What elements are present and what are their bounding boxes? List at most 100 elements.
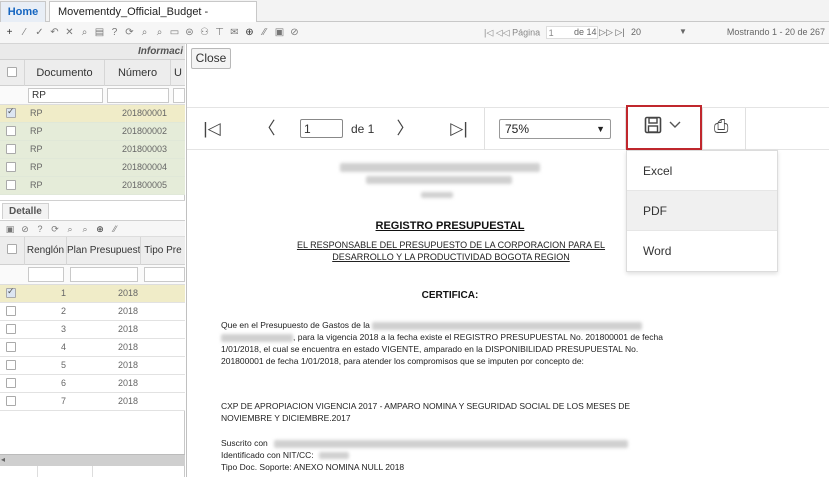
viewer-page-input[interactable] xyxy=(300,119,343,138)
tab-detalle[interactable]: Detalle xyxy=(2,203,49,219)
table-row[interactable]: 5 2018 xyxy=(0,357,185,375)
row-checkbox[interactable] xyxy=(6,360,16,370)
tab-movements-budget[interactable]: Movementdy_Official_Budget -[qmovo]× xyxy=(49,1,257,38)
table-row[interactable]: RP 201800002 xyxy=(0,123,185,141)
clear-filter-icon[interactable]: ⁄⁄ xyxy=(257,26,272,40)
scroll-left-icon[interactable]: ◂ xyxy=(1,455,5,464)
add-circle-icon[interactable]: ⊕ xyxy=(242,26,257,40)
pager-of-label[interactable]: de 14 ▷▷ ▷| xyxy=(574,27,625,38)
row-checkbox[interactable] xyxy=(6,180,16,190)
page-size-dropdown-icon[interactable]: ▼ xyxy=(679,27,687,36)
cancel-icon[interactable]: ✕ xyxy=(62,26,77,40)
pager-label: |◁ ◁◁ Página xyxy=(484,27,541,38)
col-numero[interactable]: Número xyxy=(105,60,171,86)
horizontal-scrollbar[interactable]: ◂ xyxy=(0,454,185,466)
table-row[interactable]: 7 2018 xyxy=(0,393,185,411)
row-checkbox[interactable] xyxy=(6,126,16,136)
cell-plan: 2018 xyxy=(117,288,138,298)
copy-icon[interactable]: ▭ xyxy=(167,26,182,40)
table-row[interactable]: RP 201800004 xyxy=(0,159,185,177)
col-tipo-pre[interactable]: Tipo Pre xyxy=(141,237,185,265)
close-button[interactable]: Close xyxy=(191,48,231,69)
cell-renglon: 2 xyxy=(60,306,66,316)
cell-numero: 201800003 xyxy=(122,144,168,154)
mail-icon[interactable]: ✉ xyxy=(227,26,242,40)
redacted-id xyxy=(421,192,453,198)
print-icon[interactable]: ▤ xyxy=(92,26,107,40)
cell-renglon: 6 xyxy=(60,378,66,388)
zoom-select[interactable]: 75% ▼ xyxy=(499,119,611,139)
detalle-select-all-header[interactable] xyxy=(0,237,25,265)
tab-home[interactable]: Home xyxy=(0,1,46,22)
report-certifica: CERTIFICA: xyxy=(421,290,479,301)
tab-bar: Home Movementdy_Official_Budget -[qmovo]… xyxy=(0,0,829,38)
undo-icon[interactable]: ↶ xyxy=(47,26,62,40)
row-checkbox[interactable] xyxy=(6,396,16,406)
add-icon[interactable]: ⊕ xyxy=(94,222,106,236)
col-u[interactable]: U xyxy=(171,60,185,86)
cancel-icon[interactable]: ⊘ xyxy=(19,222,31,236)
tipo-filter-input[interactable] xyxy=(144,267,185,282)
last-page-icon[interactable]: ▷| xyxy=(449,118,469,140)
clear-filter-icon[interactable]: ⁄⁄ xyxy=(109,222,121,236)
report-title: REGISTRO PRESUPUESTAL xyxy=(375,220,525,232)
table-row[interactable]: RP 201800005 xyxy=(0,177,185,195)
select-all-checkbox[interactable] xyxy=(7,67,17,77)
edit-icon[interactable]: ⁄ xyxy=(17,26,32,40)
print-icon[interactable]: ⎙ xyxy=(714,116,728,137)
plan-filter-input[interactable] xyxy=(70,267,138,282)
row-checkbox[interactable] xyxy=(6,144,16,154)
zoom-in-icon[interactable]: ⌕ xyxy=(137,26,152,40)
table-row[interactable]: 3 2018 xyxy=(0,321,185,339)
documento-filter-input[interactable] xyxy=(28,88,103,103)
zoom-out-icon[interactable]: ⌕ xyxy=(152,26,167,40)
report-paragraph-2: CXP DE APROPIACION VIGENCIA 2017 - AMPAR… xyxy=(221,401,631,423)
table-row[interactable]: RP 201800003 xyxy=(0,141,185,159)
block-icon[interactable]: ⊘ xyxy=(287,26,302,40)
users-icon[interactable]: ⚇ xyxy=(197,26,212,40)
next-page-icon[interactable]: 〉 xyxy=(395,118,415,140)
table-row[interactable]: 4 2018 xyxy=(0,339,185,357)
pin-icon[interactable]: ⊤ xyxy=(212,26,227,40)
col-plan-presupuesto[interactable]: Plan Presupuesto xyxy=(67,237,141,265)
save-icon[interactable]: ▣ xyxy=(4,222,16,236)
col-renglon[interactable]: Renglón xyxy=(25,237,67,265)
grid-icon[interactable]: ▣ xyxy=(272,26,287,40)
first-page-icon[interactable]: |◁ xyxy=(202,118,222,140)
numero-filter-input[interactable] xyxy=(107,88,169,103)
row-checkbox[interactable] xyxy=(6,286,16,298)
confirm-icon[interactable]: ✓ xyxy=(32,26,47,40)
floppy-disk-icon xyxy=(644,116,662,139)
search-icon[interactable]: ⌕ xyxy=(77,26,92,40)
row-checkbox[interactable] xyxy=(6,306,16,316)
paragraph-1-start: Que en el Presupuesto de Gastos de la xyxy=(221,320,370,330)
cell-numero: 201800004 xyxy=(122,162,168,172)
col-documento[interactable]: Documento xyxy=(25,60,105,86)
table-row[interactable]: 6 2018 xyxy=(0,375,185,393)
refresh-icon[interactable]: ⟳ xyxy=(49,222,61,236)
add-icon[interactable]: + xyxy=(2,26,17,40)
detalle-select-all-checkbox[interactable] xyxy=(7,244,17,254)
table-row[interactable]: RP 201800001 xyxy=(0,105,185,123)
u-filter-input[interactable] xyxy=(173,88,185,103)
table-row[interactable]: 2 2018 xyxy=(0,303,185,321)
viewer-header-spacer xyxy=(187,74,829,108)
renglon-filter-input[interactable] xyxy=(28,267,64,282)
export-button[interactable] xyxy=(626,105,702,150)
attach-icon[interactable]: ⊜ xyxy=(182,26,197,40)
row-checkbox[interactable] xyxy=(6,342,16,352)
refresh-icon[interactable]: ⟳ xyxy=(122,26,137,40)
select-all-header[interactable] xyxy=(0,60,25,86)
page-size-select[interactable]: 20 xyxy=(631,27,641,37)
row-checkbox[interactable] xyxy=(6,106,16,118)
search-icon[interactable]: ⌕ xyxy=(64,222,76,236)
viewer-toolbar: |◁ 〈 de 1 〉 ▷| 75% ▼ ⎙ xyxy=(187,108,829,150)
row-checkbox[interactable] xyxy=(6,324,16,334)
row-checkbox[interactable] xyxy=(6,162,16,172)
zoom-icon[interactable]: ⌕ xyxy=(79,222,91,236)
help-icon[interactable]: ? xyxy=(34,222,46,236)
row-checkbox[interactable] xyxy=(6,378,16,388)
table-row[interactable]: 1 2018 xyxy=(0,285,185,303)
previous-page-icon[interactable]: 〈 xyxy=(257,118,277,140)
help-icon[interactable]: ? xyxy=(107,26,122,40)
